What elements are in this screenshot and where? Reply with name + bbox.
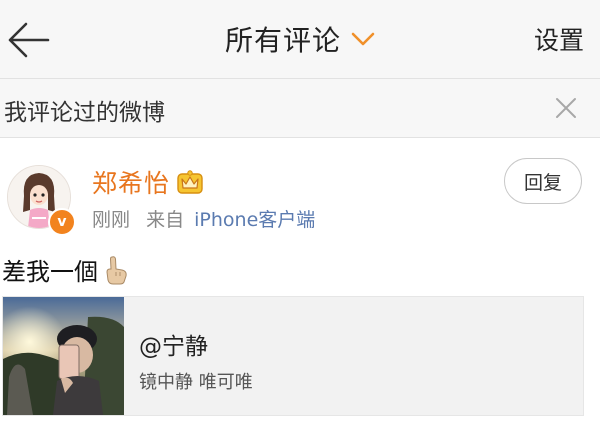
pointing-hand-icon (106, 255, 127, 284)
comment-content: 差我一個 (2, 252, 130, 287)
crown-icon[interactable] (176, 167, 204, 195)
chevron-down-icon (351, 32, 375, 46)
comment-text: 差我一個 (2, 258, 98, 286)
quoted-post-title: @宁静 (139, 334, 208, 360)
quoted-post-thumbnail (3, 297, 124, 415)
filter-bar: 我评论过的微博 (0, 79, 600, 138)
comment-time: 刚刚 (92, 209, 131, 231)
quoted-post-description: 镜中静 唯可唯 (139, 372, 253, 393)
reply-label: 回复 (523, 171, 562, 194)
arrow-left-icon (8, 22, 50, 58)
comment-username[interactable]: 郑希怡 (92, 164, 170, 200)
comment-source[interactable]: iPhone客户端 (194, 209, 315, 231)
comments-filter-dropdown[interactable]: 所有评论 (225, 19, 375, 59)
back-button[interactable] (4, 16, 52, 64)
source-prefix: 来自 (146, 209, 185, 231)
comment-card: v 郑希怡 刚刚 来自 iPhone客户端 回复 差我一個 @宁静 镜中静 唯可… (0, 138, 600, 432)
close-icon[interactable] (554, 96, 578, 120)
quoted-post[interactable]: @宁静 镜中静 唯可唯 (2, 296, 584, 416)
settings-button[interactable]: 设置 (534, 21, 584, 57)
page-title: 所有评论 (224, 24, 341, 57)
comment-meta: 刚刚 来自 iPhone客户端 (92, 205, 315, 232)
filter-label[interactable]: 我评论过的微博 (4, 93, 165, 127)
mirror-selfie-photo (3, 297, 124, 415)
verified-v-icon: v (48, 208, 76, 236)
top-nav-bar: 所有评论 设置 (0, 0, 600, 79)
reply-button[interactable]: 回复 (504, 158, 582, 204)
